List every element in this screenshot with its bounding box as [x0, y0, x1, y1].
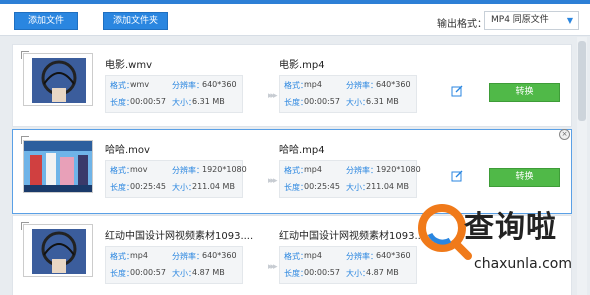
resolution-key: 分辨率： [346, 166, 378, 175]
resolution-value: 640*360 [202, 251, 237, 260]
resolution-value: 640*360 [376, 80, 411, 89]
source-file-name: 哈哈.mov [105, 145, 150, 156]
duration-value: 00:25:45 [130, 182, 166, 191]
source-info-panel: 格式： mov 分辨率： 1920*1080 长度： 00:25:45 大小： … [105, 160, 247, 198]
resolution-key: 分辨率： [172, 166, 204, 175]
output-file-name: 电影.mp4 [279, 60, 325, 71]
source-info-panel: 格式： mp4 分辨率： 640*360 长度： 00:00:57 大小： 4.… [105, 246, 243, 284]
format-value: mp4 [304, 165, 322, 174]
close-icon[interactable]: × [559, 129, 570, 140]
duration-value: 00:00:57 [130, 268, 166, 277]
duration-value: 00:00:57 [130, 97, 166, 106]
source-file-name: 红动中国设计网视频素材1093.... [105, 231, 254, 242]
output-format-value: MP4 同原文件 [491, 15, 549, 25]
video-thumbnail [23, 53, 93, 106]
format-value: mp4 [304, 251, 322, 260]
resolution-key: 分辨率： [172, 252, 204, 261]
resolution-value: 1920*1080 [202, 165, 247, 174]
scrollbar-thumb[interactable] [578, 41, 586, 121]
top-accent-strip [0, 0, 590, 4]
watermark: 查询啦 chaxunla.com [410, 196, 585, 291]
size-value: 6.31 MB [192, 97, 225, 106]
output-file-name: 哈哈.mp4 [279, 145, 325, 156]
duration-value: 00:25:45 [304, 182, 340, 191]
add-folder-button[interactable]: 添加文件夹 [103, 12, 168, 30]
resolution-key: 分辨率： [346, 81, 378, 90]
convert-button[interactable]: 转换 [489, 83, 560, 102]
convert-button[interactable]: 转换 [489, 168, 560, 187]
file-row[interactable]: 电影.wmv 格式： wmv 分辨率： 640*360 长度： 00:00:57… [12, 44, 572, 127]
output-info-panel: 格式： mp4 分辨率： 640*360 长度： 00:00:57 大小： 6.… [279, 75, 417, 113]
chevron-down-icon: ▼ [566, 16, 573, 25]
size-value: 211.04 MB [366, 182, 409, 191]
edit-icon[interactable] [451, 85, 463, 97]
format-value: mov [130, 165, 148, 174]
resolution-value: 1920*1080 [376, 165, 421, 174]
resolution-key: 分辨率： [172, 81, 204, 90]
arrow-right-icon: ▸▸▸ [268, 176, 277, 186]
output-info-panel: 格式： mp4 分辨率： 1920*1080 长度： 00:25:45 大小： … [279, 160, 421, 198]
video-thumbnail [23, 140, 93, 193]
source-info-panel: 格式： wmv 分辨率： 640*360 长度： 00:00:57 大小： 6.… [105, 75, 243, 113]
output-format-label: 输出格式： [437, 19, 487, 30]
output-format-select[interactable]: MP4 同原文件 ▼ [484, 11, 579, 30]
duration-value: 00:00:57 [304, 97, 340, 106]
toolbar: 添加文件 添加文件夹 输出格式： MP4 同原文件 ▼ [0, 0, 590, 36]
output-info-panel: 格式： mp4 分辨率： 640*360 长度： 00:00:57 大小： 4.… [279, 246, 417, 284]
resolution-value: 640*360 [202, 80, 237, 89]
size-value: 6.31 MB [366, 97, 399, 106]
arrow-right-icon: ▸▸▸ [268, 262, 277, 272]
resolution-value: 640*360 [376, 251, 411, 260]
watermark-title: 查询啦 [464, 210, 557, 245]
arrow-right-icon: ▸▸▸ [268, 91, 277, 101]
size-value: 211.04 MB [192, 182, 235, 191]
format-value: mp4 [130, 251, 148, 260]
add-file-button[interactable]: 添加文件 [14, 12, 78, 30]
output-file-name: 红动中国设计网视频素材1093.... [279, 231, 428, 242]
edit-icon[interactable] [451, 170, 463, 182]
video-thumbnail [23, 224, 93, 277]
size-value: 4.87 MB [366, 268, 399, 277]
format-value: mp4 [304, 80, 322, 89]
source-file-name: 电影.wmv [105, 60, 153, 71]
watermark-url: chaxunla.com [474, 256, 572, 272]
duration-value: 00:00:57 [304, 268, 340, 277]
size-value: 4.87 MB [192, 268, 225, 277]
resolution-key: 分辨率： [346, 252, 378, 261]
format-value: wmv [130, 80, 150, 89]
